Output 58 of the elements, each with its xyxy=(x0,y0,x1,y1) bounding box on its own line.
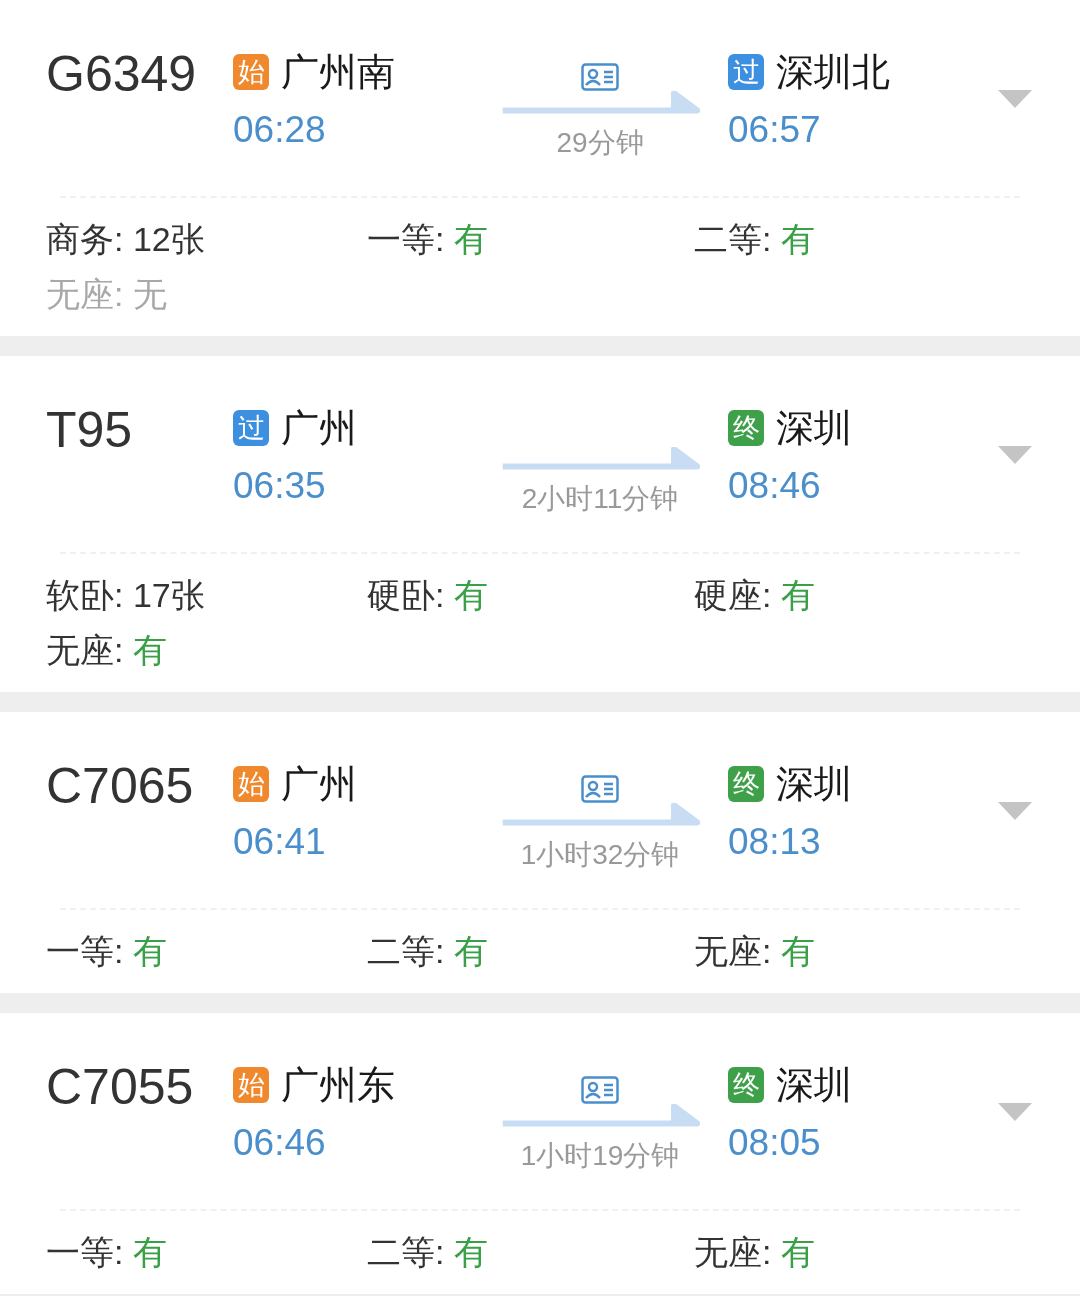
train-card[interactable]: G6349 始 广州南 06:28 29分钟 过 深圳北 06:57 商务: 12张 一等: 有 二等: 有 无座: 无 xyxy=(0,0,1080,336)
station-badge: 终 xyxy=(728,766,764,802)
duration: 2小时11分钟 xyxy=(521,482,679,516)
train-card[interactable]: T95 过 广州 06:35 2小时11分钟 终 深圳 08:46 软卧: 17张 硬卧: 有 硬座: 有 无座: 有 xyxy=(0,356,1080,692)
seat-availability: 一等: 有 xyxy=(46,931,168,972)
station-badge: 终 xyxy=(728,1067,764,1103)
train-card[interactable]: C7065 始 广州 06:41 1小时32分钟 终 深圳 08:13 一等: 有 二等: 有 无座: 有 xyxy=(0,712,1080,993)
time: 08:13 xyxy=(728,820,822,864)
time: 06:46 xyxy=(233,1121,327,1165)
station-name: 深圳北 xyxy=(776,49,890,95)
station-name: 广州 xyxy=(281,405,357,451)
train-card[interactable]: C7055 始 广州东 06:46 1小时19分钟 终 深圳 08:05 一等: 有 二等: 有 无座: 有 xyxy=(0,1013,1080,1294)
seat-availability: 硬卧: 有 xyxy=(367,575,489,616)
seat-availability: 一等: 有 xyxy=(46,1232,168,1273)
arrow-icon xyxy=(500,446,700,472)
seat-availability: 软卧: 17张 xyxy=(46,575,206,616)
station-badge: 始 xyxy=(233,54,269,90)
time: 06:35 xyxy=(233,464,327,508)
time: 08:46 xyxy=(728,464,822,508)
seat-availability: 无座: 有 xyxy=(694,1232,816,1273)
station-name: 深圳 xyxy=(776,405,852,451)
seat-availability: 一等: 有 xyxy=(367,219,489,260)
time: 08:05 xyxy=(728,1121,822,1165)
arrow-icon xyxy=(500,1103,700,1129)
arrow-icon xyxy=(500,90,700,116)
seat-availability: 硬座: 有 xyxy=(694,575,816,616)
train-number: G6349 xyxy=(46,45,198,104)
station-name: 深圳 xyxy=(776,761,852,807)
train-number: C7055 xyxy=(46,1058,195,1117)
station-name: 广州南 xyxy=(281,49,395,95)
time: 06:57 xyxy=(728,108,822,152)
station-name: 广州 xyxy=(281,761,357,807)
station-badge: 过 xyxy=(728,54,764,90)
chevron-down-icon[interactable] xyxy=(998,802,1032,820)
duration: 1小时19分钟 xyxy=(520,1139,680,1173)
seat-availability: 二等: 有 xyxy=(694,219,816,260)
chevron-down-icon[interactable] xyxy=(998,90,1032,108)
duration: 29分钟 xyxy=(556,126,644,160)
arrow-icon xyxy=(500,802,700,828)
station-badge: 始 xyxy=(233,1067,269,1103)
station-name: 广州东 xyxy=(281,1062,395,1108)
chevron-down-icon[interactable] xyxy=(998,446,1032,464)
time: 06:41 xyxy=(233,820,327,864)
seat-availability: 二等: 有 xyxy=(367,931,489,972)
seat-availability: 二等: 有 xyxy=(367,1232,489,1273)
seat-availability: 无座: 有 xyxy=(46,630,168,671)
station-name: 深圳 xyxy=(776,1062,852,1108)
seat-availability: 无座: 有 xyxy=(694,931,816,972)
time: 06:28 xyxy=(233,108,327,152)
station-badge: 始 xyxy=(233,766,269,802)
train-number: T95 xyxy=(46,401,134,460)
chevron-down-icon[interactable] xyxy=(998,1103,1032,1121)
station-badge: 终 xyxy=(728,410,764,446)
seat-availability: 商务: 12张 xyxy=(46,219,206,260)
train-number: C7065 xyxy=(46,757,195,816)
station-badge: 过 xyxy=(233,410,269,446)
duration: 1小时32分钟 xyxy=(520,838,680,872)
seat-availability: 无座: 无 xyxy=(46,274,168,315)
